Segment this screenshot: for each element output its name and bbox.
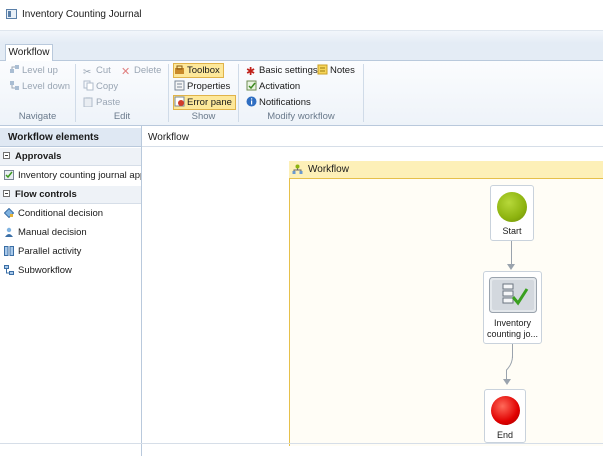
tab-workflow[interactable]: Workflow: [5, 44, 53, 61]
activation-label: Activation: [259, 81, 301, 92]
notes-button[interactable]: Notes: [317, 64, 355, 78]
notifications-button[interactable]: Notifications: [246, 96, 311, 110]
level-up-label: Level up: [22, 65, 58, 76]
level-up-icon: [10, 65, 19, 73]
section-title: Flow controls: [15, 189, 77, 200]
toolbox-item-manual-decision[interactable]: Manual decision: [0, 224, 141, 241]
section-approvals[interactable]: Approvals: [0, 148, 141, 166]
collapse-icon[interactable]: [3, 152, 10, 159]
workflow-icon: [292, 164, 303, 174]
connector-line: [511, 241, 512, 265]
notes-label: Notes: [330, 65, 355, 76]
toolbox-item-parallel-activity[interactable]: Parallel activity: [0, 243, 141, 260]
error-pane-button[interactable]: Error pane: [173, 95, 236, 110]
end-label: End: [496, 430, 513, 440]
workflow-breadcrumb: Workflow: [142, 128, 603, 147]
workflow-container-header[interactable]: Workflow: [289, 161, 603, 179]
copy-button[interactable]: Copy: [83, 80, 118, 94]
paste-label: Paste: [96, 97, 121, 108]
toolbox-label: Toolbox: [187, 65, 220, 76]
properties-icon: [174, 80, 185, 91]
item-label: Manual decision: [18, 227, 87, 238]
toolbox-item-inventory-approval[interactable]: Inventory counting journal appr: [0, 167, 141, 184]
level-down-button[interactable]: Level down: [9, 80, 70, 94]
ribbon-tab-row: [0, 43, 603, 61]
subworkflow-icon: [4, 265, 14, 275]
group-label-edit: Edit: [113, 111, 131, 122]
window-title: Inventory Counting Journal: [22, 9, 142, 20]
group-label-navigate: Navigate: [18, 111, 57, 122]
collapse-icon[interactable]: [3, 190, 10, 197]
delete-button[interactable]: ✕ Delete: [121, 64, 161, 78]
start-label: Start: [502, 226, 522, 236]
connector-arrow: [507, 264, 515, 270]
parallel-activity-icon: [4, 246, 14, 256]
level-down-label: Level down: [22, 81, 71, 92]
approval-element-icon: [489, 277, 537, 313]
delete-label: Delete: [134, 65, 162, 76]
workflow-container[interactable]: [289, 161, 603, 446]
scissors-icon: ✂: [83, 67, 92, 78]
section-flow-controls[interactable]: Flow controls: [0, 186, 141, 204]
approval-label-line2: counting jo...: [486, 329, 539, 339]
start-circle-icon: [497, 192, 527, 222]
toolbox-item-conditional-decision[interactable]: Conditional decision: [0, 205, 141, 222]
copy-icon: [83, 80, 94, 91]
ribbon-top-band: [0, 31, 603, 43]
group-label-show: Show: [191, 111, 216, 122]
approval-icon: [4, 170, 14, 180]
basic-settings-label: Basic settings: [259, 65, 318, 76]
group-label-modify-workflow: Modify workflow: [267, 111, 335, 122]
start-node[interactable]: Start: [490, 185, 534, 241]
item-label: Parallel activity: [18, 246, 82, 257]
activation-icon: [246, 80, 257, 91]
app-icon: [6, 9, 17, 19]
toolbox-icon: [175, 65, 184, 74]
item-label: Conditional decision: [18, 208, 104, 219]
level-down-icon: [10, 81, 19, 90]
star-icon: ✱: [246, 66, 256, 78]
copy-label: Copy: [96, 81, 119, 92]
item-label: Subworkflow: [18, 265, 72, 276]
notifications-label: Notifications: [259, 97, 311, 108]
manual-decision-icon: [5, 227, 13, 237]
cut-button[interactable]: ✂ Cut: [83, 64, 111, 78]
cut-label: Cut: [96, 65, 111, 76]
paste-icon: [83, 97, 93, 107]
properties-label: Properties: [187, 81, 231, 92]
connector-arrow: [502, 379, 511, 385]
error-pane-label: Error pane: [187, 97, 232, 108]
workflow-elements-header: Workflow elements: [0, 128, 141, 147]
end-circle-icon: [491, 396, 520, 425]
notes-icon: [317, 64, 328, 75]
workflow-container-title: Workflow: [308, 164, 349, 175]
basic-settings-button[interactable]: ✱ Basic settings: [246, 64, 318, 78]
group-separator: [363, 64, 364, 122]
error-pane-icon: [174, 96, 185, 107]
activation-button[interactable]: Activation: [246, 80, 300, 94]
toolbox-item-subworkflow[interactable]: Subworkflow: [0, 262, 141, 279]
conditional-decision-icon: [4, 208, 14, 218]
approval-label-line1: Inventory: [493, 318, 532, 328]
properties-button[interactable]: Properties: [174, 80, 230, 94]
approval-node[interactable]: Inventory counting jo...: [483, 271, 542, 344]
delete-x-icon: ✕: [121, 66, 131, 78]
paste-button[interactable]: Paste: [83, 96, 120, 110]
item-label: Inventory counting journal appr: [18, 170, 141, 181]
toolbox-button[interactable]: Toolbox: [173, 63, 224, 78]
end-node[interactable]: End: [484, 389, 526, 443]
bottom-border: [0, 443, 603, 444]
level-up-button[interactable]: Level up: [9, 64, 58, 78]
title-bar: Inventory Counting Journal: [0, 0, 603, 31]
section-title: Approvals: [15, 151, 62, 162]
info-icon: [246, 96, 257, 107]
